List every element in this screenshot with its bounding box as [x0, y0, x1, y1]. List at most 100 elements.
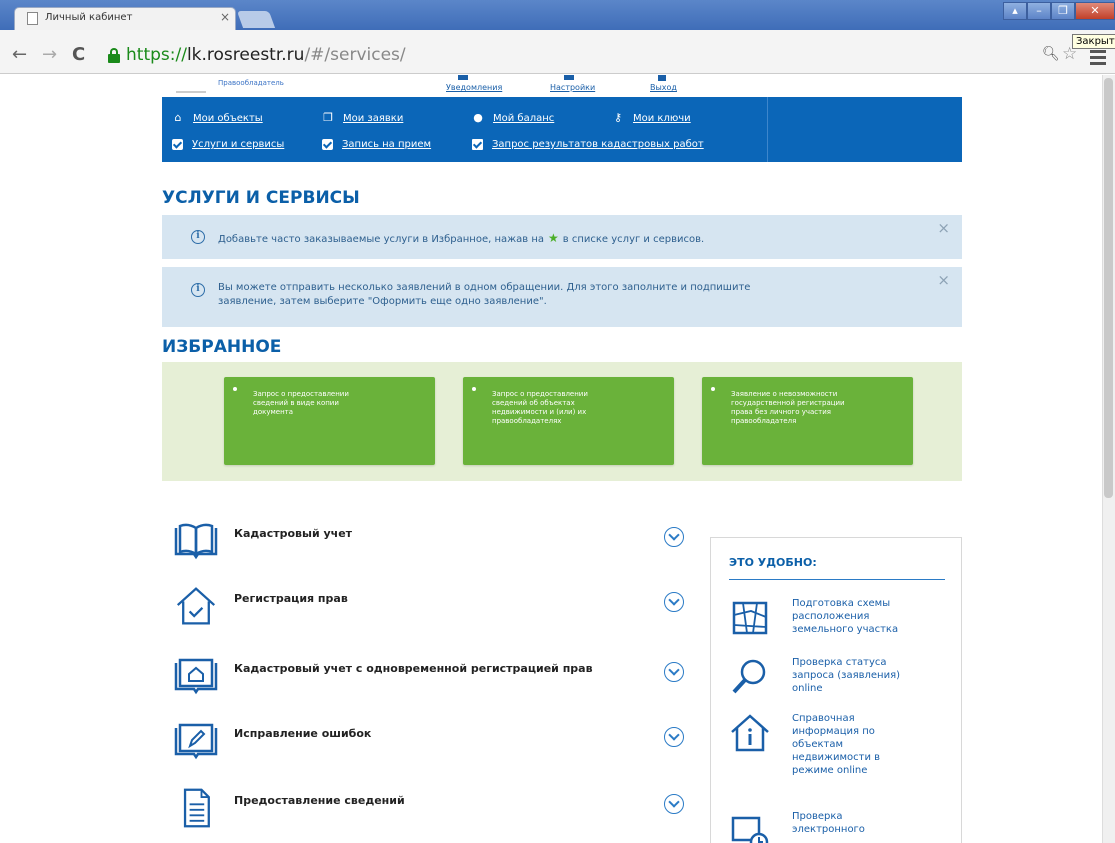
- chevron-down-icon[interactable]: [664, 592, 684, 612]
- favorite-card-text: Запрос о предоставлении сведений в виде к…: [253, 390, 349, 416]
- notifications-link[interactable]: Уведомления: [446, 83, 502, 92]
- favorite-card-text: Запрос о предоставлении сведений об объек…: [492, 390, 588, 425]
- service-cadastral-and-rights[interactable]: Кадастровый учет с одновременной регистр…: [162, 655, 692, 705]
- nav-my-objects[interactable]: ⌂ Мои объекты: [172, 112, 263, 124]
- exit-icon: [658, 75, 666, 81]
- service-label: Предоставление сведений: [234, 794, 405, 807]
- notice-favorites: i Добавьте часто заказываемые услуги в И…: [162, 215, 962, 259]
- chevron-down-icon[interactable]: [664, 527, 684, 547]
- chevron-down-icon[interactable]: [664, 794, 684, 814]
- service-cadastral-registration[interactable]: Кадастровый учет: [162, 520, 692, 570]
- bullet-icon: [233, 387, 237, 391]
- favorite-card[interactable]: Заявление о невозможности государственной…: [702, 377, 913, 465]
- forward-arrow-icon[interactable]: →: [42, 44, 57, 65]
- home-icon: ⌂: [174, 111, 182, 124]
- checkbox-icon: [172, 139, 183, 150]
- map-scheme-icon: [732, 601, 768, 635]
- address-bar[interactable]: https://lk.rosreestr.ru/#/services/: [108, 45, 1068, 69]
- service-label: Кадастровый учет: [234, 527, 353, 540]
- minimize-button[interactable]: –: [1027, 2, 1051, 20]
- browser-toolbar: ← → C https://lk.rosreestr.ru/#/services…: [0, 30, 1115, 74]
- settings-link[interactable]: Настройки: [550, 83, 595, 92]
- tab-close-icon[interactable]: ×: [220, 10, 230, 24]
- service-rights-registration[interactable]: Регистрация прав: [162, 585, 692, 635]
- browser-tab[interactable]: Личный кабинет ×: [14, 7, 236, 30]
- balance-icon: ●: [473, 111, 483, 124]
- browser-menu-icon[interactable]: [1090, 50, 1106, 68]
- service-label: Исправление ошибок: [234, 727, 372, 740]
- service-error-correction[interactable]: Исправление ошибок: [162, 720, 692, 770]
- document-lines-icon: [183, 788, 210, 828]
- favorites-title: ИЗБРАННОЕ: [162, 337, 282, 357]
- nav-my-requests[interactable]: ❐ Мои заявки: [322, 112, 403, 124]
- tooltip: Закрыть: [1072, 34, 1115, 49]
- url-text[interactable]: https://lk.rosreestr.ru/#/services/: [126, 45, 406, 65]
- checkbox-icon: [322, 139, 333, 150]
- zoom-icon[interactable]: 🔍︎: [1042, 46, 1060, 62]
- reload-icon[interactable]: C: [72, 44, 85, 65]
- service-label: Регистрация прав: [234, 592, 348, 605]
- favorites-panel: Запрос о предоставлении сведений в виде к…: [162, 362, 962, 481]
- notice-text: Добавьте часто заказываемые услуги в Изб…: [218, 231, 705, 245]
- page-favicon-icon: [27, 12, 38, 25]
- window-controls: ▴ – ❐ ✕: [1003, 0, 1115, 22]
- monitor-clock-icon: [731, 816, 769, 843]
- open-book-icon: [174, 523, 218, 560]
- browser-tab-bar: Личный кабинет × ▴ – ❐ ✕: [0, 0, 1115, 30]
- lock-icon: [108, 48, 120, 63]
- convenient-link[interactable]: Подготовка схемы расположения земельного у…: [792, 597, 942, 636]
- copy-icon: ❐: [323, 111, 333, 124]
- owner-label: Правообладатель: [218, 79, 284, 87]
- scrollbar-thumb[interactable]: [1104, 78, 1113, 498]
- book-house-icon: [174, 658, 218, 695]
- chevron-down-icon[interactable]: [664, 727, 684, 747]
- favorite-card[interactable]: Запрос о предоставлении сведений об объек…: [463, 377, 674, 465]
- scrollbar[interactable]: [1102, 75, 1115, 843]
- convenient-link[interactable]: Справочная информация по объектам недвижимо…: [792, 712, 942, 777]
- notice-text: Вы можете отправить несколько заявлений …: [218, 282, 751, 307]
- nav-label: Мои объекты: [193, 112, 263, 124]
- settings-icon: [564, 75, 574, 80]
- account-strip: Правообладатель Уведомления Настройки Вы…: [162, 75, 962, 97]
- key-icon: ⚷: [613, 111, 623, 124]
- bell-icon: [458, 75, 468, 80]
- close-notice-icon[interactable]: ×: [937, 271, 950, 289]
- book-pencil-icon: [174, 723, 218, 760]
- maximize-button[interactable]: ❐: [1051, 2, 1075, 20]
- convenient-title: ЭТО УДОБНО:: [729, 556, 817, 569]
- nav-label: Мой баланс: [493, 112, 555, 124]
- house-check-icon: [176, 587, 216, 625]
- nav-label: Мои заявки: [343, 112, 404, 124]
- bullet-icon: [472, 387, 476, 391]
- nav-label: Мои ключи: [633, 112, 691, 124]
- nav-divider: [767, 97, 768, 162]
- nav-my-balance[interactable]: ● Мой баланс: [472, 112, 554, 124]
- service-label: Кадастровый учет с одновременной регистр…: [234, 662, 593, 675]
- nav-my-keys[interactable]: ⚷ Мои ключи: [612, 112, 691, 124]
- convenient-box: ЭТО УДОБНО: Подготовка схемы расположения…: [710, 537, 962, 843]
- magnifier-icon: [732, 659, 766, 694]
- favorite-star-icon: ★: [548, 231, 559, 245]
- info-icon: i: [191, 283, 205, 297]
- service-information[interactable]: Предоставление сведений: [162, 787, 692, 837]
- divider: [729, 579, 945, 580]
- close-notice-icon[interactable]: ×: [937, 219, 950, 237]
- main-navigation: ⌂ Мои объекты ❐ Мои заявки ● Мой баланс …: [162, 97, 962, 162]
- bullet-icon: [711, 387, 715, 391]
- favorite-card[interactable]: Запрос о предоставлении сведений в виде к…: [224, 377, 435, 465]
- nav-services[interactable]: Услуги и сервисы: [172, 139, 284, 150]
- back-arrow-icon[interactable]: ←: [12, 44, 27, 65]
- user-icon[interactable]: ▴: [1003, 2, 1027, 20]
- new-tab-button[interactable]: [236, 11, 276, 28]
- document-icon: [472, 139, 483, 150]
- nav-label: Услуги и сервисы: [192, 139, 285, 150]
- convenient-link[interactable]: Проверка электронного: [792, 810, 942, 836]
- logout-link[interactable]: Выход: [650, 83, 677, 92]
- convenient-link[interactable]: Проверка статуса запроса (заявления) onlin…: [792, 656, 942, 695]
- nav-label: Запрос результатов кадастровых работ: [492, 139, 704, 150]
- page-viewport: Правообладатель Уведомления Настройки Вы…: [0, 75, 1115, 843]
- close-window-button[interactable]: ✕: [1075, 2, 1115, 20]
- chevron-down-icon[interactable]: [664, 662, 684, 682]
- nav-appointment[interactable]: Запись на прием: [322, 139, 431, 150]
- nav-cadastral-results[interactable]: Запрос результатов кадастровых работ: [472, 139, 704, 150]
